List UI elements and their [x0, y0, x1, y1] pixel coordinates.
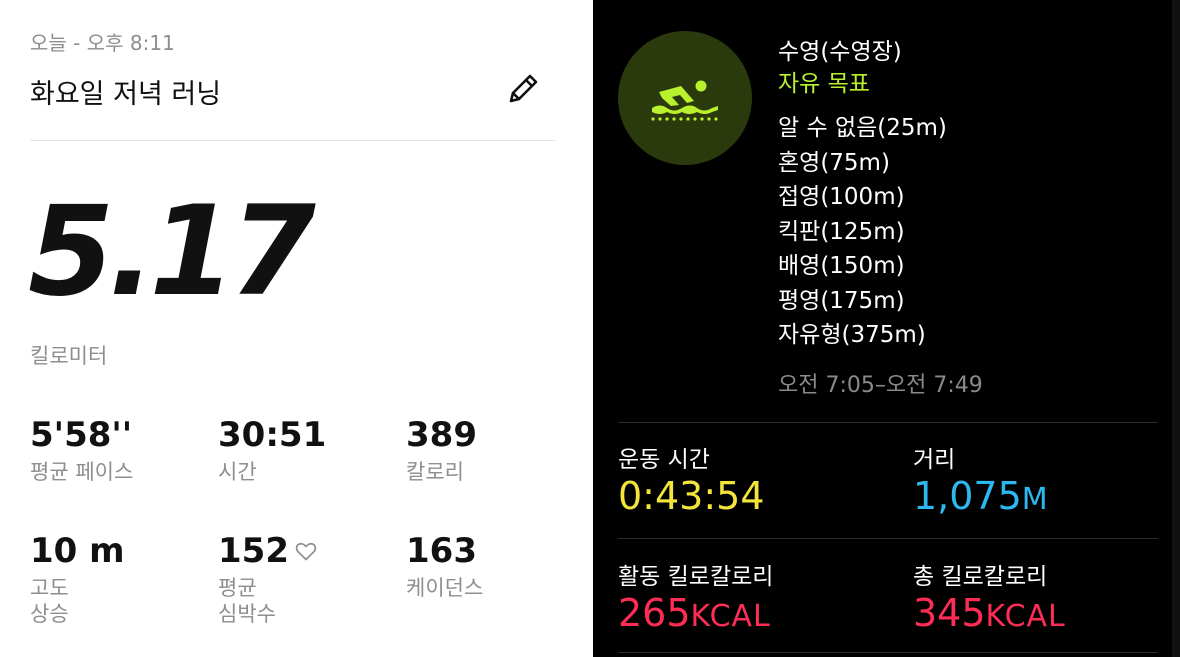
stroke-splits-list: 알 수 없음(25m) 혼영(75m) 접영(100m) 킥판(125m) 배영…	[778, 112, 947, 354]
list-item: 배영(150m)	[778, 253, 905, 279]
stat-value: 30:51	[218, 415, 327, 455]
metric-value: 345	[913, 591, 986, 635]
swimmer-icon	[651, 80, 718, 121]
metric-label: 활동 킬로칼로리	[618, 564, 774, 590]
metric-distance: 1,075M	[913, 477, 1049, 515]
metric-active-kcal: 265KCAL	[618, 594, 771, 632]
distance-value: 5.17	[28, 180, 316, 324]
divider	[618, 422, 1158, 423]
stat-label: 칼로리	[406, 460, 464, 484]
metric-value: 0:43:54	[618, 474, 765, 518]
stat-label: 고도 상승	[30, 576, 69, 626]
distance-unit: 킬로미터	[30, 344, 108, 368]
metric-unit: M	[1021, 482, 1049, 517]
metric-total-kcal: 345KCAL	[913, 594, 1066, 632]
metric-label: 거리	[913, 447, 956, 473]
stat-value: 5'58''	[30, 415, 133, 455]
stat-value: 163	[406, 531, 477, 571]
metric-value: 1,075	[913, 474, 1022, 518]
divider	[618, 538, 1158, 539]
scrollbar[interactable]	[1172, 0, 1180, 657]
activity-title: 화요일 저녁 러닝	[30, 79, 222, 110]
pencil-icon	[509, 74, 538, 103]
stat-label: 케이던스	[406, 576, 484, 600]
heart-icon	[295, 542, 317, 561]
list-item: 자유형(375m)	[778, 322, 926, 348]
list-item: 혼영(75m)	[778, 149, 890, 176]
list-item: 킥판(125m)	[778, 218, 905, 245]
swim-summary-panel: 수영(수영장) 자유 목표 알 수 없음(25m) 혼영(75m) 접영(100…	[593, 0, 1180, 657]
stat-value: 152	[218, 531, 289, 571]
stat-time: 30:51 시간	[218, 418, 326, 485]
stat-label: 시간	[218, 460, 257, 484]
list-item: 평영(175m)	[778, 287, 905, 314]
workout-goal: 자유 목표	[778, 71, 870, 97]
workout-type: 수영(수영장)	[778, 39, 902, 65]
stat-cadence: 163 케이던스	[406, 534, 483, 601]
stat-calories: 389 칼로리	[406, 418, 477, 485]
run-summary-panel: 오늘 - 오후 8:11 화요일 저녁 러닝 5.17 킬로미터 5'58'' …	[0, 0, 593, 657]
stat-pace: 5'58'' 평균 페이스	[30, 418, 133, 485]
stat-label: 평균 심박수	[218, 576, 276, 626]
stat-heart-rate: 152 평균 심박수	[218, 534, 318, 627]
metric-label: 운동 시간	[618, 447, 710, 473]
divider	[30, 140, 556, 141]
workout-time-range: 오전 7:05–오전 7:49	[778, 373, 983, 398]
stat-value: 389	[406, 415, 477, 455]
metric-value: 265	[618, 591, 691, 635]
metric-unit: KCAL	[690, 599, 771, 634]
workout-icon-badge	[618, 31, 752, 165]
list-item: 접영(100m)	[778, 184, 905, 210]
stat-label: 평균 페이스	[30, 460, 134, 484]
edit-button[interactable]	[505, 71, 541, 107]
metric-unit: KCAL	[985, 599, 1066, 634]
activity-timestamp: 오늘 - 오후 8:11	[30, 31, 175, 55]
metric-label: 총 킬로칼로리	[913, 564, 1048, 590]
list-item: 알 수 없음(25m)	[778, 115, 947, 141]
stat-value: 10 m	[30, 531, 125, 571]
divider	[618, 652, 1158, 653]
stat-elevation: 10 m 고도 상승	[30, 534, 125, 627]
metric-workout-time: 0:43:54	[618, 477, 765, 515]
